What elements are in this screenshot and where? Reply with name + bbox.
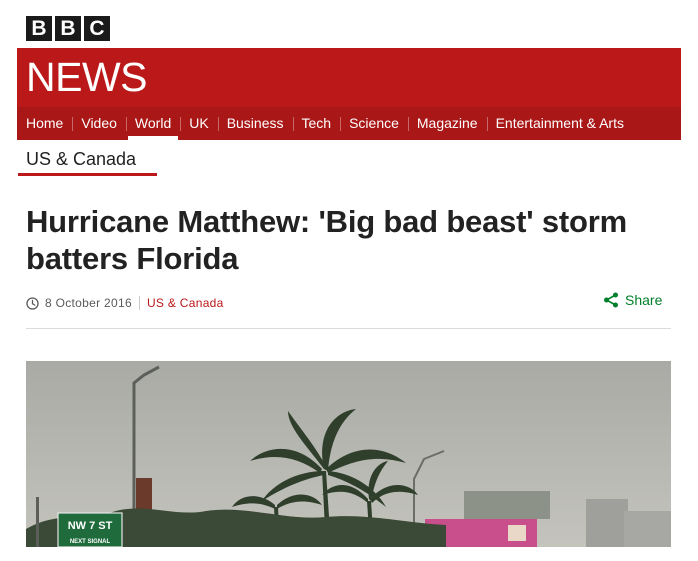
news-masthead: NEWS [17, 48, 681, 107]
nav-item-world[interactable]: World [125, 107, 180, 140]
share-icon [604, 292, 618, 308]
clock-icon [26, 296, 39, 310]
meta-divider [138, 296, 140, 310]
bbc-logo-letter: B [26, 16, 52, 41]
nav-item-entertainment-arts[interactable]: Entertainment & Arts [486, 107, 633, 140]
nav-item-uk[interactable]: UK [180, 107, 217, 140]
article-date: 8 October 2016 [45, 296, 132, 310]
bbc-logo-letter: B [55, 16, 81, 41]
nav-item-tech[interactable]: Tech [292, 107, 341, 140]
nav-item-science[interactable]: Science [340, 107, 408, 140]
distant-building [624, 511, 671, 547]
section-tab-label: US & Canada [26, 149, 137, 169]
nav-item-home[interactable]: Home [17, 107, 72, 140]
pole-banner [136, 478, 152, 510]
street-sign-subtext: NEXT SIGNAL [70, 539, 111, 545]
share-button[interactable]: Share [603, 292, 662, 308]
nav-item-business[interactable]: Business [217, 107, 293, 140]
main-navigation: Home Video World UK Business Tech Scienc… [17, 107, 681, 140]
article-meta: 8 October 2016 US & Canada [26, 295, 224, 311]
news-title-link[interactable]: NEWS [26, 56, 148, 99]
nav-item-magazine[interactable]: Magazine [407, 107, 487, 140]
meta-divider-line [26, 328, 671, 329]
billboard [464, 491, 550, 519]
article-headline: Hurricane Matthew: 'Big bad beast' storm… [26, 204, 628, 276]
distant-building [586, 499, 628, 547]
article-section-link[interactable]: US & Canada [147, 296, 224, 310]
share-label: Share [625, 292, 663, 308]
section-tab-us-canada[interactable]: US & Canada [18, 148, 157, 176]
street-sign-text: NW 7 ST [68, 520, 113, 532]
nav-item-video[interactable]: Video [72, 107, 126, 140]
bbc-logo-letter: C [84, 16, 110, 41]
article-photo: NW 7 ST NEXT SIGNAL [26, 361, 671, 547]
hurricane-photo: NW 7 ST NEXT SIGNAL [26, 361, 671, 547]
bbc-logo[interactable]: B B C [26, 16, 110, 41]
